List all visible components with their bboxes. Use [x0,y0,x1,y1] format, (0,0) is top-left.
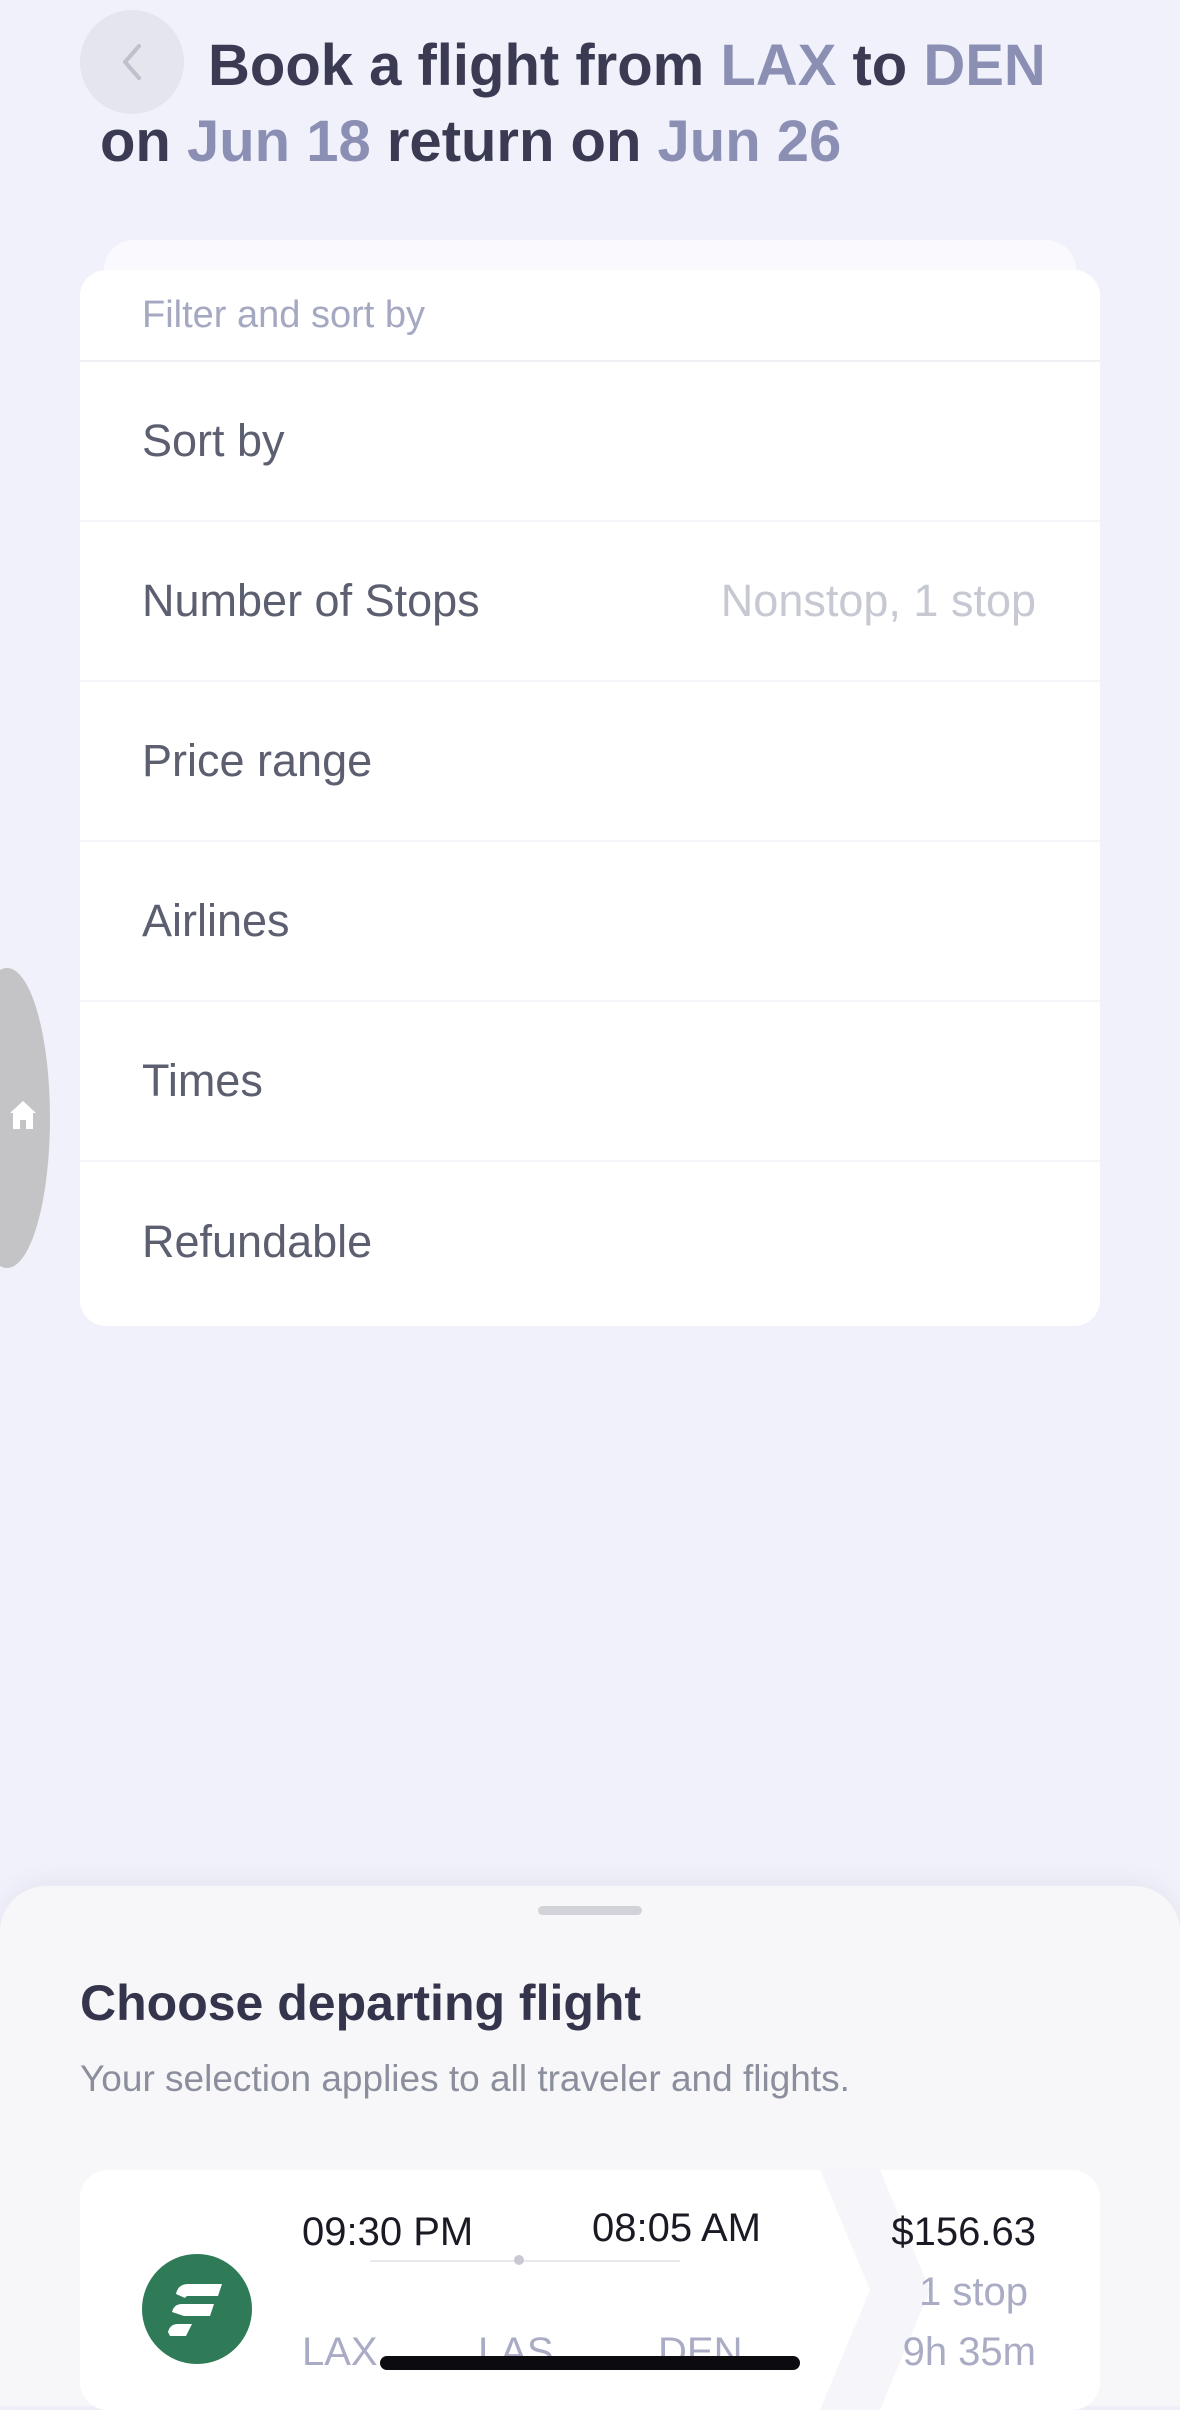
filter-row-number-of-stops[interactable]: Number of Stops Nonstop, 1 stop [80,522,1100,682]
filter-row-refundable[interactable]: Refundable [80,1162,1100,1322]
filter-row-sort-by[interactable]: Sort by [80,362,1100,522]
filter-row-label: Airlines [142,895,290,946]
stop-count: 1 stop [919,2270,1028,2314]
flight-selection-sheet: Choose departing flight Your selection a… [0,1886,1180,2410]
filter-row-label: Times [142,1055,263,1106]
origin-airport: LAX [302,2330,378,2374]
filter-row-times[interactable]: Times [80,1002,1100,1162]
destination-code: DEN [923,33,1046,98]
sheet-subtitle: Your selection applies to all traveler a… [80,2058,850,2099]
filter-row-airlines[interactable]: Airlines [80,842,1100,1002]
flight-duration: 9h 35m [902,2330,1036,2374]
filter-row-price-range[interactable]: Price range [80,682,1100,842]
airline-logo [142,2254,252,2364]
airline-logo-mark [168,2284,222,2336]
departure-time: 09:30 PM [302,2210,474,2254]
sheet-grabber[interactable] [538,1906,642,1915]
title-prefix: Book a flight from [208,33,705,98]
filter-row-label: Price range [142,735,373,786]
route-line [370,2260,680,2262]
stop-dot [514,2255,524,2265]
filter-row-label: Refundable [142,1216,373,1267]
arrival-time: 08:05 AM [592,2206,762,2250]
origin-code: LAX [720,33,837,98]
flight-option-card[interactable]: 09:30 PM 08:05 AM LAX LAS DEN $156.63 1 … [80,2170,1100,2410]
filter-row-label: Sort by [142,415,285,466]
title-return: return on [386,109,642,174]
filter-panel-header: Filter and sort by [80,270,1100,362]
title-to: to [852,33,908,98]
filter-row-label: Number of Stops [142,575,480,626]
return-date: Jun 26 [657,109,842,174]
title-on: on [100,109,171,174]
sheet-title: Choose departing flight [80,1975,642,2031]
home-indicator[interactable] [380,2356,800,2370]
flight-price: $156.63 [891,2210,1036,2254]
page-title: Book a flight from LAX to DEN on Jun 18 … [100,28,1100,180]
filter-row-value: Nonstop, 1 stop [720,575,1036,626]
filter-sort-panel: Filter and sort by Sort by Number of Sto… [80,270,1100,1326]
home-icon[interactable] [8,1098,38,1132]
depart-date: Jun 18 [186,109,371,174]
